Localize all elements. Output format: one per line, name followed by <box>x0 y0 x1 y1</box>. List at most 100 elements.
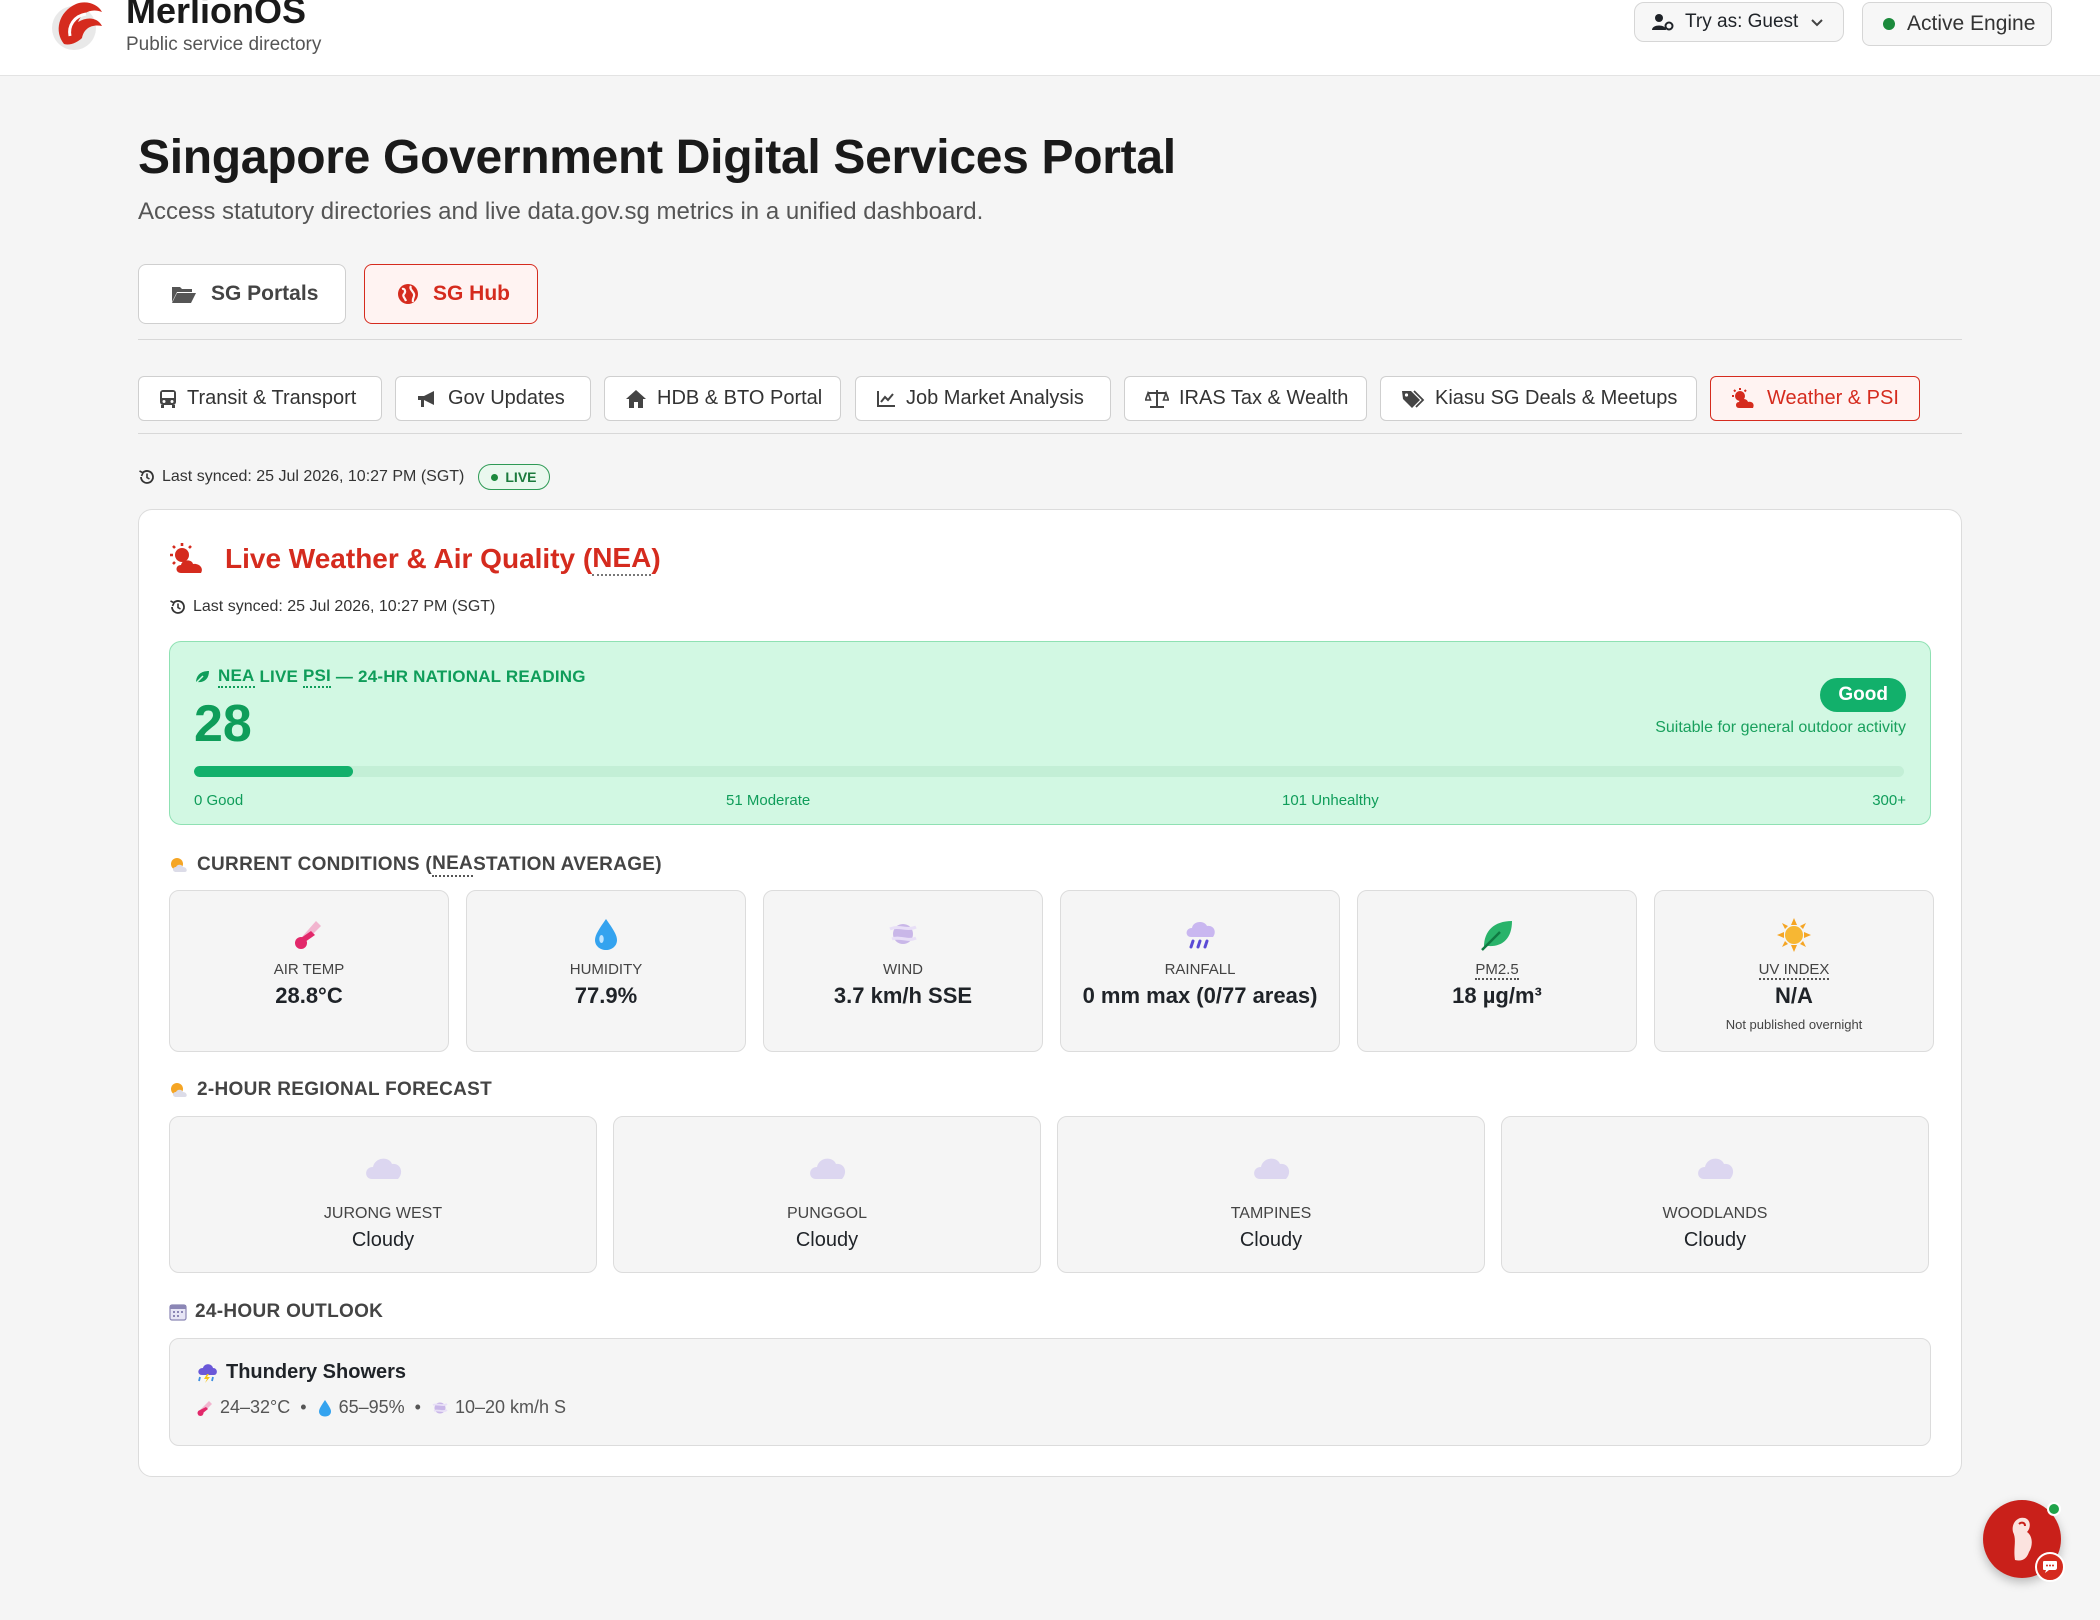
psi-progress-fill <box>194 766 354 777</box>
weather-panel: Live Weather & Air Quality (NEA) Last sy… <box>138 509 1962 1477</box>
thermometer-icon <box>295 921 321 949</box>
condition-label: WIND <box>883 961 923 978</box>
subtab-kiasu-deals[interactable]: Kiasu SG Deals & Meetups <box>1380 376 1697 421</box>
forecast-condition: Cloudy <box>1683 1229 1747 1251</box>
psi-scale-moderate: 51 Moderate <box>726 792 811 809</box>
conditions-label-abbr: NEA <box>432 853 474 877</box>
brand-subtitle: Public service directory <box>126 34 322 55</box>
panel-sync-text: Last synced: 25 Jul 2026, 10:27 PM (SGT) <box>193 598 496 615</box>
condition-card-uv-index: UV INDEX N/A Not published overnight <box>1654 890 1934 1052</box>
forecast-condition: Cloudy <box>351 1229 415 1251</box>
live-dot <box>491 473 499 481</box>
megaphone-icon <box>418 390 434 407</box>
condition-label: RAINFALL <box>1164 961 1236 978</box>
house-icon <box>626 389 646 408</box>
subtab-label: HDB & BTO Portal <box>657 387 823 409</box>
leaf-icon <box>194 671 209 685</box>
psi-scale-unhealthy: 101 Unhealthy <box>1282 792 1379 809</box>
conditions-label-prefix: CURRENT CONDITIONS ( <box>197 854 433 875</box>
subtab-weather-psi[interactable]: Weather & PSI <box>1710 376 1920 421</box>
thermometer-icon <box>197 1400 212 1416</box>
rain-cloud-icon <box>1186 922 1215 949</box>
separator-dot: • <box>414 1397 421 1417</box>
condition-value: 77.9% <box>574 983 638 1008</box>
pm25-abbr: PM2.5 <box>1475 961 1519 980</box>
psi-scale-good: 0 Good <box>194 792 244 809</box>
sun-icon <box>1777 918 1811 952</box>
forecast-area: PUNGGOL <box>786 1205 867 1222</box>
condition-card-pm25: PM2.5 18 µg/m³ <box>1357 890 1637 1052</box>
uv-abbr: UV INDEX <box>1758 961 1830 980</box>
droplet-icon <box>318 1399 331 1416</box>
condition-value: 18 µg/m³ <box>1452 983 1542 1008</box>
psi-status-badge: Good <box>1820 678 1906 712</box>
try-as-dropdown[interactable]: Try as: Guest <box>1634 2 1844 42</box>
subtab-label: Weather & PSI <box>1767 387 1899 409</box>
subtab-hdb-bto[interactable]: HDB & BTO Portal <box>604 376 841 421</box>
sun-cloud-icon <box>171 1083 187 1097</box>
conditions-section-label: CURRENT CONDITIONS (NEA STATION AVERAGE) <box>169 853 662 877</box>
active-engine-button[interactable]: Active Engine <box>1862 2 2052 46</box>
wind-icon <box>432 1402 448 1413</box>
psi-card: NEA LIVE PSI — 24-HR NATIONAL READING 28… <box>169 641 1931 825</box>
condition-card-wind: WIND 3.7 km/h SSE <box>763 890 1043 1052</box>
outlook-humidity: 65–95% <box>338 1397 405 1417</box>
outlook-section-label: 24-HOUR OUTLOOK <box>169 1301 383 1323</box>
panel-title: Live Weather & Air Quality (NEA) <box>169 542 661 576</box>
thunderstorm-icon <box>198 1363 217 1383</box>
chat-bubble-icon <box>2035 1552 2065 1582</box>
title-abbr: NEA <box>592 542 652 576</box>
history-icon <box>139 470 154 484</box>
tab-sg-portals[interactable]: SG Portals <box>138 264 346 324</box>
condition-label: PM2.5 <box>1358 961 1636 980</box>
cloud-icon <box>366 1158 402 1179</box>
psi-label-mid: LIVE <box>259 667 299 686</box>
page-subtitle: Access statutory directories and live da… <box>138 198 984 225</box>
sync-status: Last synced: 25 Jul 2026, 10:27 PM (SGT)… <box>138 464 550 490</box>
brand-name: MerlionOS <box>126 0 307 31</box>
cloud-sun-icon <box>170 543 202 573</box>
droplet-icon <box>595 919 617 950</box>
condition-card-rainfall: RAINFALL 0 mm max (0/77 areas) <box>1060 890 1340 1052</box>
cloud-icon <box>1254 1158 1290 1179</box>
sun-cloud-icon <box>171 858 187 872</box>
subtab-label: Gov Updates <box>448 387 565 409</box>
calendar-icon <box>169 1304 187 1321</box>
live-label: LIVE <box>505 469 537 485</box>
psi-label: NEA LIVE PSI — 24-HR NATIONAL READING <box>194 666 586 688</box>
outlook-label: 24-HOUR OUTLOOK <box>195 1301 384 1322</box>
subtab-label: Job Market Analysis <box>906 387 1084 409</box>
history-icon <box>170 600 185 614</box>
forecast-area: TAMPINES <box>1230 1205 1312 1222</box>
chart-line-icon <box>877 390 895 407</box>
title-suffix: ) <box>651 543 661 574</box>
subtab-iras-tax[interactable]: IRAS Tax & Wealth <box>1124 376 1367 421</box>
psi-label-abbr-nea: NEA <box>218 666 255 688</box>
globe-icon <box>398 284 418 304</box>
forecast-area: JURONG WEST <box>323 1205 443 1222</box>
forecast-card: WOODLANDS Cloudy <box>1501 1116 1929 1273</box>
live-badge: LIVE <box>478 464 550 490</box>
subtab-label: Transit & Transport <box>187 387 357 409</box>
forecast-label: 2-HOUR REGIONAL FORECAST <box>197 1079 493 1100</box>
condition-label: HUMIDITY <box>569 961 643 978</box>
separator-dot: • <box>300 1397 307 1417</box>
merlion-logo-icon <box>52 2 102 50</box>
subtab-job-market[interactable]: Job Market Analysis <box>855 376 1111 421</box>
chevron-down-icon <box>1811 19 1824 27</box>
wind-icon <box>889 924 917 944</box>
condition-value: 0 mm max (0/77 areas) <box>1082 983 1318 1008</box>
divider <box>138 339 1962 340</box>
cloud-icon <box>1698 1158 1734 1179</box>
scale-icon <box>1145 389 1169 408</box>
cloud-sun-icon <box>1732 387 1754 408</box>
top-bar: MerlionOS Public service directory Try a… <box>0 0 2100 76</box>
subtab-transit[interactable]: Transit & Transport <box>138 376 382 421</box>
bus-icon <box>160 389 176 408</box>
psi-progress-track <box>194 766 1904 777</box>
forecast-card: JURONG WEST Cloudy <box>169 1116 597 1273</box>
subtab-label: Kiasu SG Deals & Meetups <box>1435 387 1678 409</box>
assistant-chat-button[interactable] <box>1983 1500 2065 1582</box>
subtab-gov-updates[interactable]: Gov Updates <box>395 376 591 421</box>
tab-sg-hub[interactable]: SG Hub <box>364 264 538 324</box>
